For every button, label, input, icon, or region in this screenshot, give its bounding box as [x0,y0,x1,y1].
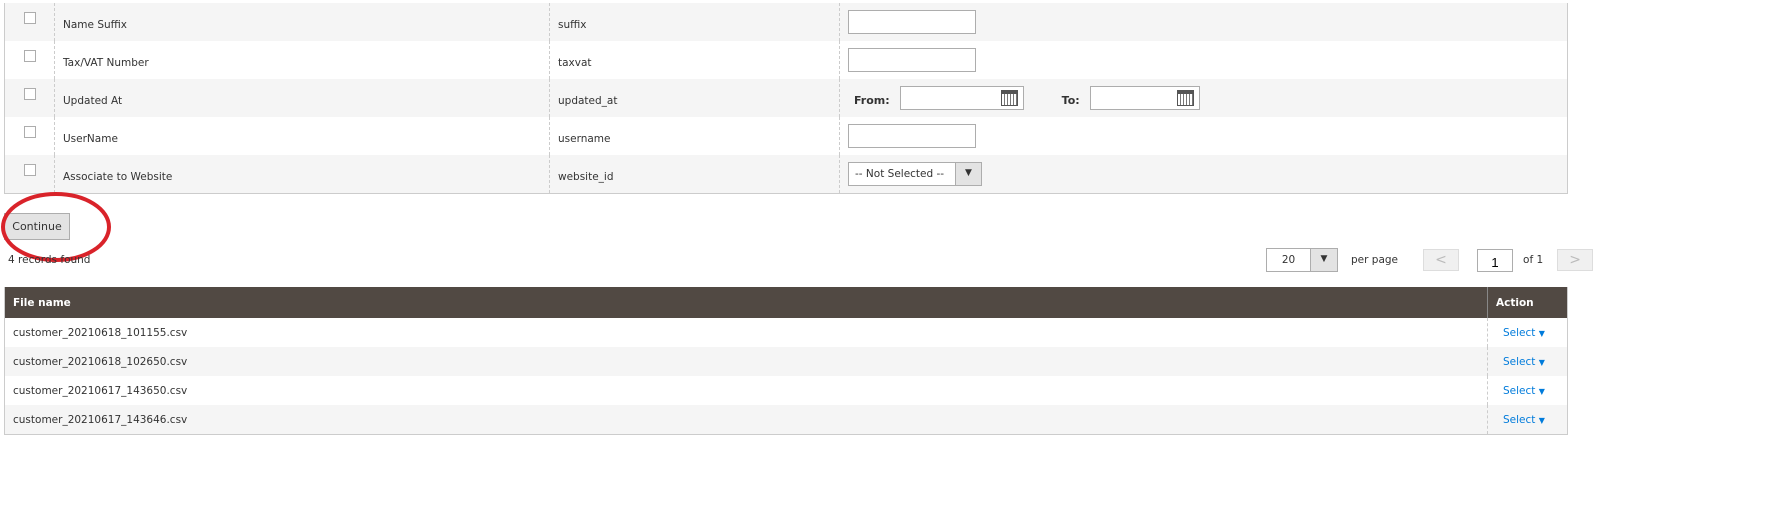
records-found: 4 records found [8,254,91,266]
table-header: File name Action [5,287,1567,318]
attribute-label: Associate to Website [55,155,550,193]
header-file-name: File name [13,297,71,309]
calendar-icon[interactable] [1176,90,1194,106]
exclude-checkbox[interactable] [24,50,36,62]
file-name: customer_20210617_143650.csv [13,385,188,397]
attribute-code: taxvat [550,41,840,79]
attribute-row: Associate to Website website_id -- Not S… [5,155,1567,193]
file-name: customer_20210618_101155.csv [13,327,188,339]
website-select[interactable]: -- Not Selected -- ▼ [848,162,982,186]
attribute-label: UserName [55,117,550,155]
pager: 20 ▼ per page < of 1 > [1266,248,1594,272]
attribute-code: website_id [550,155,840,193]
page-input[interactable] [1477,248,1514,272]
taxvat-filter-input[interactable] [848,48,976,72]
export-files-table: File name Action customer_20210618_10115… [4,287,1568,435]
file-name: customer_20210618_102650.csv [13,356,188,368]
page-count: of 1 [1523,254,1544,266]
select-label[interactable]: Select [1503,385,1535,397]
table-row: customer_20210618_102650.csv Select ▼ [5,347,1567,376]
table-row: customer_20210617_143646.csv Select ▼ [5,405,1567,434]
to-date-input[interactable] [1089,86,1200,110]
attribute-label: Updated At [55,79,550,117]
select-action[interactable]: Select ▼ [1487,405,1567,434]
prev-page-button[interactable]: < [1423,249,1460,271]
select-action[interactable]: Select ▼ [1487,318,1567,347]
exclude-checkbox[interactable] [24,88,36,100]
per-page-select[interactable]: 20 ▼ [1266,248,1338,272]
next-page-button[interactable]: > [1557,249,1594,271]
table-row: customer_20210618_101155.csv Select ▼ [5,318,1567,347]
header-action: Action [1487,287,1567,318]
from-date-input[interactable] [899,86,1024,110]
exclude-checkbox[interactable] [24,126,36,138]
select-label[interactable]: Select [1503,327,1535,339]
caret-down-icon: ▼ [1538,329,1545,338]
select-action[interactable]: Select ▼ [1487,347,1567,376]
select-value: -- Not Selected -- [855,168,945,180]
attribute-row: UserName username [5,117,1567,155]
attribute-code: updated_at [550,79,840,117]
username-filter-input[interactable] [848,124,976,148]
attribute-filter-table: Name Suffix suffix Tax/VAT Number taxvat… [4,3,1568,194]
chevron-down-icon: ▼ [1310,249,1337,271]
select-label[interactable]: Select [1503,414,1535,426]
attribute-label: Name Suffix [55,3,550,41]
select-action[interactable]: Select ▼ [1487,376,1567,405]
calendar-icon[interactable] [1000,90,1018,106]
attribute-row: Name Suffix suffix [5,3,1567,41]
attribute-label: Tax/VAT Number [55,41,550,79]
caret-down-icon: ▼ [1538,358,1545,367]
per-page-value: 20 [1281,254,1296,266]
from-label: From: [854,94,890,107]
table-row: customer_20210617_143650.csv Select ▼ [5,376,1567,405]
attribute-code: username [550,117,840,155]
exclude-checkbox[interactable] [24,164,36,176]
attribute-row: Updated At updated_at From: To: [5,79,1567,117]
caret-down-icon: ▼ [1538,387,1545,396]
exclude-checkbox[interactable] [24,12,36,24]
chevron-down-icon: ▼ [955,163,981,185]
attribute-row: Tax/VAT Number taxvat [5,41,1567,79]
suffix-filter-input[interactable] [848,10,976,34]
caret-down-icon: ▼ [1538,416,1545,425]
per-page-label: per page [1351,254,1399,266]
file-name: customer_20210617_143646.csv [13,414,188,426]
select-label[interactable]: Select [1503,356,1535,368]
attribute-code: suffix [550,3,840,41]
to-label: To: [1061,94,1080,107]
